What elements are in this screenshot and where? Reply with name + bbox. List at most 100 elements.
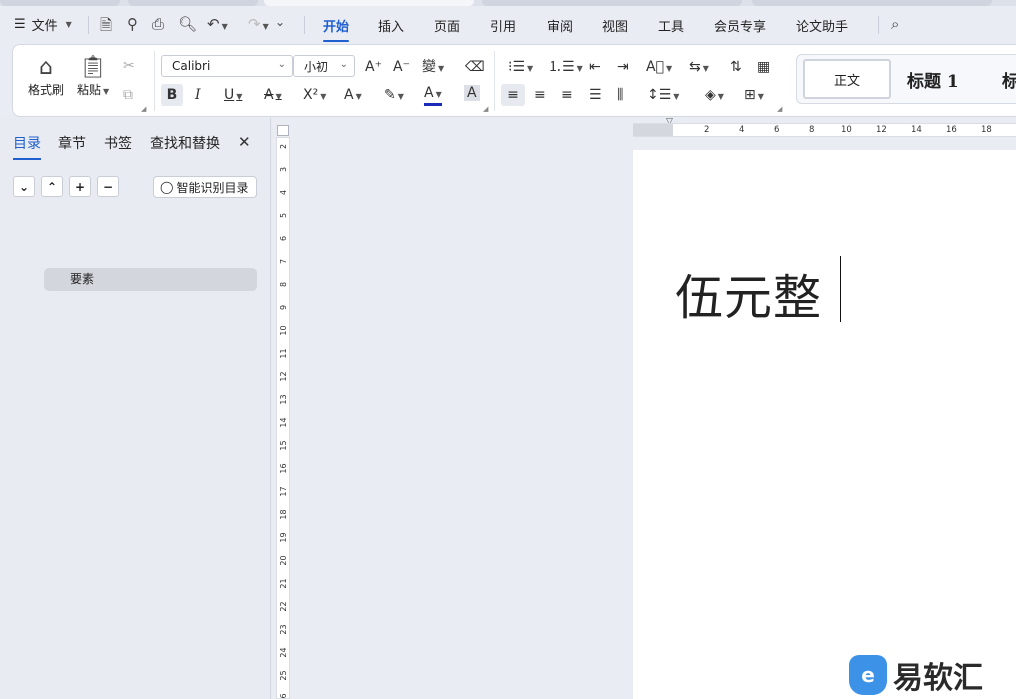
remove-toc-button[interactable]: − <box>97 176 119 197</box>
document-page[interactable]: 伍元整 <box>633 150 1016 699</box>
align-right-button[interactable]: ≡ <box>561 87 573 103</box>
save-icon[interactable]: 🗎 <box>100 15 112 40</box>
highlight-button[interactable]: ✎ ▼ <box>384 87 404 105</box>
chevron-down-icon: ⌄ <box>339 59 348 70</box>
paste-label-wrap: 粘贴 ▼ <box>77 83 110 97</box>
bold-button[interactable]: B <box>161 84 183 106</box>
tab-stop-selector[interactable] <box>277 125 289 136</box>
grow-font-icon[interactable]: A⁺ <box>365 59 382 75</box>
ruler-number: 16 <box>279 463 288 474</box>
font-name-value: Calibri <box>172 59 211 73</box>
shading-icon[interactable]: ◈ ▼ <box>705 87 724 105</box>
decrease-indent-icon[interactable]: ⇤ <box>589 59 601 75</box>
text-effect-button[interactable]: A ▼ <box>344 87 362 105</box>
undo-icon[interactable]: ↶ ▼ <box>207 15 228 33</box>
font-name-select[interactable]: Calibri ⌄ <box>161 55 293 77</box>
ruler-number: 5 <box>279 212 288 219</box>
ruler-number: 22 <box>279 601 288 612</box>
copy-icon[interactable]: ⧉ <box>123 87 133 103</box>
underline-button[interactable]: U ▼ <box>224 87 242 105</box>
ruler-number: 9 <box>279 304 288 311</box>
char-shading-button[interactable]: A <box>464 85 480 101</box>
expand-corner-icon[interactable]: ◢ <box>777 105 782 113</box>
search-icon[interactable]: ⌕ <box>891 15 899 33</box>
text-direction-icon[interactable]: A⃪ ▼ <box>646 59 672 77</box>
document-text[interactable]: 伍元整 <box>675 258 822 328</box>
file-menu-button[interactable]: ☰ 文件 ▼ <box>14 15 72 34</box>
style-heading-1[interactable]: 标题 1 <box>907 67 959 92</box>
more-chevron-icon[interactable]: ⌄ <box>275 15 285 29</box>
ruler-number: 20 <box>279 555 288 566</box>
tab-references[interactable]: 引用 <box>490 16 516 35</box>
toc-item[interactable]: 要素 <box>44 268 257 291</box>
strikethrough-button[interactable]: A ▼ <box>264 87 282 105</box>
tab-page[interactable]: 页面 <box>434 16 460 35</box>
nav-tab-find-replace[interactable]: 查找和替换 <box>150 133 220 153</box>
pane-splitter[interactable] <box>270 118 271 699</box>
borders-icon[interactable]: ⊞ ▼ <box>744 87 764 105</box>
style-normal[interactable]: 正文 <box>803 59 891 99</box>
distribute-button[interactable]: ⫼ <box>617 87 623 103</box>
sort-icon[interactable]: ⇅ <box>730 59 742 75</box>
divider <box>878 16 879 34</box>
menubar: ☰ 文件 ▼ 🗎 ⚲ ⎙ 🔍︎ ↶ ▼ ↷ ▼ ⌄ 开始 插入 页面 引用 审阅 视… <box>0 6 1016 44</box>
add-toc-button[interactable]: + <box>69 176 91 197</box>
nav-tab-sections[interactable]: 章节 <box>58 133 86 153</box>
ruler-number: 24 <box>279 647 288 658</box>
ruler-number: 10 <box>279 325 288 336</box>
shrink-font-icon[interactable]: A⁻ <box>393 59 410 75</box>
ruler-number: 4 <box>279 189 288 196</box>
tab-home[interactable]: 开始 <box>323 16 350 42</box>
watermark-logo: e 易软汇 <box>849 653 983 697</box>
print-preview-icon[interactable]: 🔍︎ <box>178 15 197 33</box>
redo-icon[interactable]: ↷ ▼ <box>248 15 269 33</box>
italic-button[interactable]: I <box>195 87 201 103</box>
link-icon[interactable]: ⚲ <box>127 15 138 33</box>
tab-review[interactable]: 审阅 <box>547 16 573 35</box>
smart-toc-button[interactable]: ◯ 智能识别目录 <box>153 176 257 198</box>
logo-text: 易软汇 <box>893 661 983 696</box>
align-left-button[interactable]: ≡ <box>501 84 525 106</box>
expand-button[interactable]: ⌃ <box>41 176 63 197</box>
ruler-number: 10 <box>841 125 852 135</box>
tab-member[interactable]: 会员专享 <box>714 16 766 35</box>
nav-tab-bookmarks[interactable]: 书签 <box>104 133 132 153</box>
format-painter-button[interactable]: ⌂ 格式刷 <box>28 55 64 98</box>
superscript-button[interactable]: X² ▼ <box>303 87 326 105</box>
phonetic-guide-icon[interactable]: 變 ▼ <box>422 59 444 77</box>
bullet-list-icon[interactable]: ⁝☰ ▼ <box>508 59 533 77</box>
format-painter-label: 格式刷 <box>28 83 65 97</box>
font-color-button[interactable]: A ▼ <box>424 85 442 106</box>
tab-view[interactable]: 视图 <box>602 16 628 35</box>
expand-corner-icon[interactable]: ◢ <box>141 105 146 113</box>
tab-insert[interactable]: 插入 <box>378 16 404 35</box>
align-center-button[interactable]: ≡ <box>534 87 546 103</box>
ruler-number: 16 <box>946 125 957 135</box>
ruler-number: 12 <box>279 371 288 382</box>
collapse-button[interactable]: ⌄ <box>13 176 35 197</box>
line-spacing-icon[interactable]: ↕☰ ▼ <box>647 87 679 105</box>
ruler-number: 11 <box>279 348 288 359</box>
font-size-select[interactable]: 小初 ⌄ <box>293 55 355 77</box>
justify-button[interactable]: ☰ <box>589 87 602 103</box>
print-icon[interactable]: ⎙ <box>152 15 164 33</box>
chevron-down-icon: ⌄ <box>18 179 30 194</box>
expand-corner-icon[interactable]: ◢ <box>483 105 488 113</box>
paste-button[interactable]: 📋︎ 粘贴 ▼ <box>77 55 109 98</box>
increase-indent-icon[interactable]: ⇥ <box>617 59 629 75</box>
ruler-margin <box>633 124 673 136</box>
numbered-list-icon[interactable]: ⒈☰ ▼ <box>548 59 583 77</box>
cut-icon[interactable]: ✂ <box>123 58 135 74</box>
ruler-number: 17 <box>279 486 288 497</box>
ruler-number: 19 <box>279 532 288 543</box>
style-heading-2[interactable]: 标 <box>1002 67 1016 92</box>
line-break-icon[interactable]: ⇆ ▼ <box>689 59 709 77</box>
table-border-icon[interactable]: ▦ <box>757 59 770 75</box>
nav-tab-toc[interactable]: 目录 <box>13 133 41 160</box>
tab-thesis-assistant[interactable]: 论文助手 <box>796 16 848 35</box>
clear-format-icon[interactable]: ⌫ <box>465 59 485 75</box>
tab-tools[interactable]: 工具 <box>658 16 684 35</box>
close-icon[interactable]: ✕ <box>238 133 251 151</box>
ruler-number: 2 <box>704 125 710 135</box>
ruler-number: 18 <box>279 509 288 520</box>
